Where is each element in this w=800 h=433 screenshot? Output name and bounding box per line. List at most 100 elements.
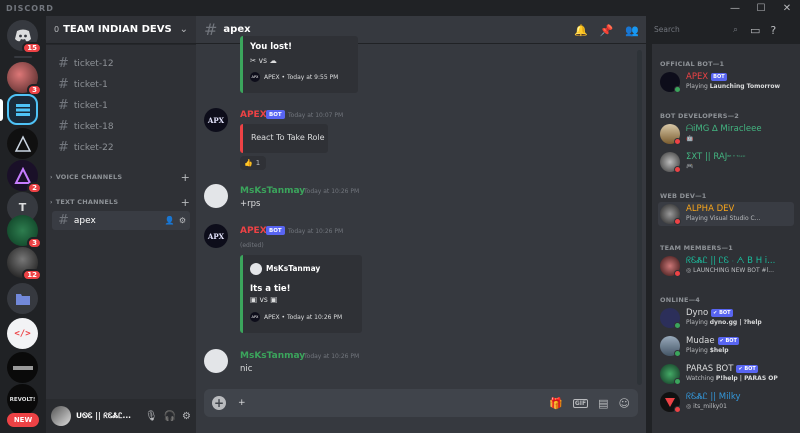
- hash-icon: #: [58, 98, 69, 113]
- new-badge: NEW: [7, 413, 39, 427]
- chat-scrollbar[interactable]: [637, 50, 642, 385]
- server-spacer: [7, 163, 38, 194]
- hash-icon: #: [204, 20, 218, 39]
- inbox-icon[interactable]: ▭: [750, 24, 760, 37]
- gear-icon[interactable]: ⚙: [182, 411, 191, 422]
- channel-item-active[interactable]: # apex 👤 ⚙: [52, 211, 190, 230]
- server-icon[interactable]: 12: [7, 247, 42, 281]
- channel-item[interactable]: # ticket-1: [52, 96, 190, 115]
- member-item[interactable]: Mudae ✔ BOT Playing $help: [658, 334, 794, 358]
- minimize-button[interactable]: —: [722, 0, 748, 16]
- user-avatar[interactable]: [204, 349, 228, 373]
- member-item[interactable]: APEX BOT Playing Launching Tomorrow: [658, 70, 794, 94]
- hash-icon: #: [58, 119, 69, 134]
- member-name: Dyno ✔ BOT: [686, 308, 733, 318]
- message-author[interactable]: MsKsTanmay: [240, 186, 305, 196]
- gift-icon[interactable]: 🎁: [549, 397, 563, 410]
- server-icon[interactable]: [7, 128, 38, 159]
- user-avatar[interactable]: [51, 406, 71, 426]
- chevron-right-icon: ›: [50, 198, 53, 206]
- member-item[interactable]: ᗩiMG ∆ Miracleee 🤖: [658, 122, 794, 146]
- member-group-header: TEAM MEMBERS—1: [660, 244, 733, 252]
- member-name: ALPHA DEV: [686, 204, 735, 214]
- bell-icon[interactable]: 🔔: [574, 24, 588, 37]
- reaction-count: 1: [255, 159, 261, 167]
- server-icon[interactable]: [7, 352, 38, 383]
- emoji-icon[interactable]: ☺: [619, 397, 630, 410]
- member-group-header: WEB DEV—1: [660, 192, 707, 200]
- status-dnd-icon: [674, 218, 681, 225]
- member-item[interactable]: ᖇᏋᏜᏝ || Milky ◎ its_milky01: [658, 390, 794, 414]
- user-avatar[interactable]: [204, 184, 228, 208]
- search-placeholder: Search: [654, 25, 680, 34]
- reaction-button[interactable]: 👍 1: [240, 156, 266, 170]
- selected-server-pill: [0, 99, 3, 121]
- gif-icon[interactable]: GIF: [572, 398, 589, 408]
- status-dnd-icon: [674, 270, 681, 277]
- chat-area: # apex You lost! ✂ vs ☁ APX APEX • Today…: [196, 16, 646, 433]
- channel-item[interactable]: # ticket-22: [52, 138, 190, 157]
- attach-plus-icon[interactable]: +: [212, 396, 226, 410]
- server-icon-active[interactable]: [7, 94, 38, 125]
- member-list: OFFICIAL BOT—1 APEX BOT Playing Launching…: [652, 44, 800, 433]
- sticker-icon[interactable]: ▤: [598, 397, 608, 410]
- apex-avatar[interactable]: APX: [204, 108, 228, 132]
- member-item[interactable]: Dyno ✔ BOT Playing dyno.gg | ?help: [658, 306, 794, 330]
- app-brand: DISCORD: [6, 3, 54, 13]
- guild-header[interactable]: 0 TEAM INDIAN DEVS ⌄: [46, 16, 196, 44]
- server-stack-icon: [15, 103, 30, 116]
- category-voice[interactable]: › VOICE CHANNELS +: [50, 170, 190, 184]
- code-label: </>: [14, 328, 31, 339]
- message-author[interactable]: APEX: [240, 226, 267, 236]
- message-text: +rps: [240, 199, 261, 209]
- apex-avatar[interactable]: APX: [204, 224, 228, 248]
- add-channel-icon[interactable]: +: [181, 171, 190, 184]
- embed-author: MsKsTanmay: [266, 264, 321, 273]
- home-button[interactable]: 15: [7, 20, 42, 54]
- thumbs-up-icon: 👍: [244, 159, 253, 167]
- invite-icon[interactable]: 👤: [165, 216, 175, 225]
- message-author[interactable]: MsKsTanmay: [240, 351, 305, 361]
- rps-embed: You lost! ✂ vs ☁ APX APEX • Today at 9:5…: [240, 36, 358, 93]
- embed-footer: APX APEX • Today at 9:55 PM: [250, 72, 339, 82]
- channel-item[interactable]: # ticket-1: [52, 75, 190, 94]
- member-item[interactable]: ALPHA DEV Playing Visual Studio C...: [658, 202, 794, 226]
- members-icon[interactable]: 👥: [625, 24, 639, 37]
- category-text[interactable]: › TEXT CHANNELS +: [50, 195, 190, 209]
- server-icon-revolt[interactable]: REVOLT!: [7, 384, 38, 415]
- maximize-button[interactable]: ☐: [748, 0, 774, 16]
- message-author[interactable]: APEX: [240, 110, 267, 120]
- member-item[interactable]: ᖇᏋᏜᏝ || ᏝᏋ ⸱ ᗅ B H i... ◎ LAUNCHING NEW …: [658, 254, 794, 278]
- embed-title: You lost!: [250, 42, 292, 52]
- message-input[interactable]: +: [238, 398, 549, 408]
- pin-icon[interactable]: 📌: [600, 24, 614, 37]
- server-icon[interactable]: </>: [7, 318, 38, 349]
- gear-icon[interactable]: ⚙: [179, 216, 186, 225]
- close-button[interactable]: ✕: [774, 0, 800, 16]
- status-online-icon: [674, 86, 681, 93]
- hash-icon: #: [58, 56, 69, 71]
- channel-name: ticket-12: [73, 58, 114, 69]
- server-badge: 3: [27, 237, 42, 249]
- message-composer[interactable]: + + 🎁 GIF ▤ ☺: [204, 389, 638, 417]
- member-name: APEX BOT: [686, 72, 727, 82]
- headphones-icon[interactable]: 🎧: [164, 411, 176, 422]
- member-item[interactable]: ΣXT || RAJᴮᴱ ᵀ ᵀᵒˣⁱᶜ 🎮: [658, 150, 794, 174]
- embed-text: ✂ vs ☁: [250, 56, 277, 65]
- folder-icon: [15, 293, 30, 305]
- server-icon[interactable]: 3: [7, 215, 42, 249]
- member-group-header: ONLINE—4: [660, 296, 701, 304]
- mute-icon[interactable]: 🎙: [145, 411, 158, 422]
- channel-item[interactable]: # ticket-18: [52, 117, 190, 136]
- server-icon[interactable]: 3: [7, 62, 42, 96]
- search-input[interactable]: Search ⌕: [650, 21, 742, 38]
- member-item[interactable]: PARAS BOT ✔ BOT Watching P!help | PARAS O…: [658, 362, 794, 386]
- add-channel-icon[interactable]: +: [181, 196, 190, 209]
- member-activity: Playing $help: [686, 347, 729, 354]
- server-folder[interactable]: [7, 283, 38, 314]
- help-icon[interactable]: ?: [770, 24, 776, 37]
- channel-item[interactable]: # ticket-12: [52, 54, 190, 73]
- channel-name: ticket-1: [73, 100, 108, 111]
- member-group-header: BOT DEVELOPERS—2: [660, 112, 740, 120]
- member-activity: Playing dyno.gg | ?help: [686, 319, 762, 326]
